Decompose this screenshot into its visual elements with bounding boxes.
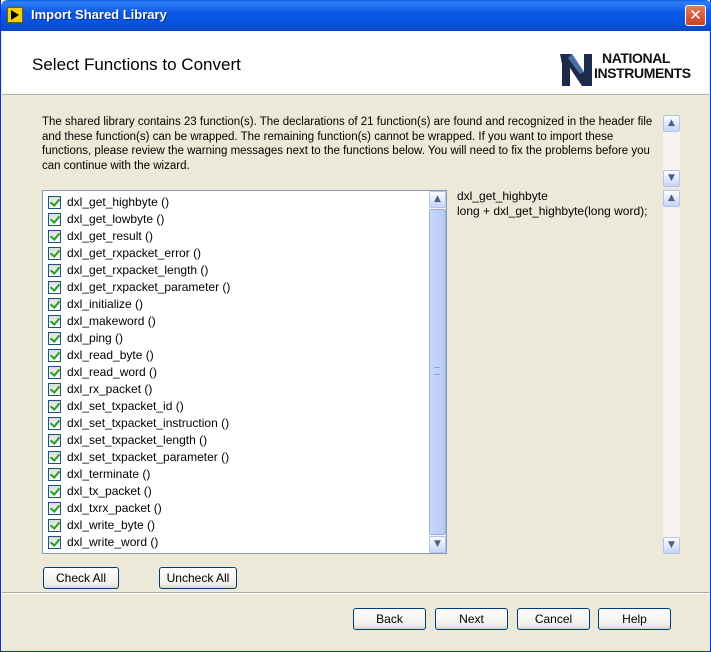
function-detail: dxl_get_highbyte long + dxl_get_highbyte… xyxy=(457,189,659,219)
logo-line-national: NATIONAL xyxy=(602,50,671,66)
function-list-item[interactable]: dxl_read_word () xyxy=(48,364,428,381)
wizard-header: Select Functions to Convert NATIONAL INS… xyxy=(2,31,709,95)
function-checkbox[interactable] xyxy=(48,315,61,328)
function-list-item[interactable]: dxl_get_lowbyte () xyxy=(48,211,428,228)
function-label: dxl_txrx_packet () xyxy=(67,501,162,515)
function-checkbox[interactable] xyxy=(48,468,61,481)
function-checkbox[interactable] xyxy=(48,536,61,549)
footer-divider xyxy=(2,592,709,594)
function-list-item[interactable]: dxl_get_highbyte () xyxy=(48,194,428,211)
function-checkbox[interactable] xyxy=(48,213,61,226)
function-label: dxl_get_rxpacket_error () xyxy=(67,246,202,260)
description-text: The shared library contains 23 function(… xyxy=(42,116,653,172)
function-list[interactable]: dxl_get_highbyte () dxl_get_lowbyte () dxl… xyxy=(42,190,447,554)
function-label: dxl_get_rxpacket_parameter () xyxy=(67,280,231,294)
next-button[interactable]: Next xyxy=(435,608,508,630)
scroll-grip-icon xyxy=(434,367,440,375)
function-label: dxl_read_word () xyxy=(67,365,158,379)
check-all-button[interactable]: Check All xyxy=(43,567,119,589)
function-label: dxl_makeword () xyxy=(67,314,156,328)
ni-eagle-icon xyxy=(560,54,592,86)
scroll-up-button[interactable]: ▲ xyxy=(663,190,680,207)
function-list-scrollbar[interactable]: ▲ ▼ xyxy=(429,191,446,553)
function-checkbox[interactable] xyxy=(48,502,61,515)
labview-icon xyxy=(7,7,23,23)
detail-function-signature: long + dxl_get_highbyte(long word); xyxy=(457,204,648,218)
close-button[interactable]: ✕ xyxy=(685,5,706,26)
function-list-item[interactable]: dxl_read_byte () xyxy=(48,347,428,364)
function-checkbox[interactable] xyxy=(48,383,61,396)
function-label: dxl_get_lowbyte () xyxy=(67,212,165,226)
function-label: dxl_set_txpacket_id () xyxy=(67,399,184,413)
help-button[interactable]: Help xyxy=(598,608,671,630)
function-checkbox[interactable] xyxy=(48,230,61,243)
function-checkbox[interactable] xyxy=(48,400,61,413)
function-list-item[interactable]: dxl_write_byte () xyxy=(48,517,428,534)
function-label: dxl_rx_packet () xyxy=(67,382,153,396)
function-list-item[interactable]: dxl_rx_packet () xyxy=(48,381,428,398)
function-list-item[interactable]: dxl_set_txpacket_parameter () xyxy=(48,449,428,466)
page-title: Select Functions to Convert xyxy=(32,55,241,74)
function-checkbox[interactable] xyxy=(48,434,61,447)
function-list-item[interactable]: dxl_get_rxpacket_error () xyxy=(48,245,428,262)
function-checkbox[interactable] xyxy=(48,264,61,277)
ni-logo: NATIONAL INSTRUMENTS xyxy=(558,51,703,89)
function-list-item[interactable]: dxl_write_word () xyxy=(48,534,428,551)
function-label: dxl_terminate () xyxy=(67,467,151,481)
function-label: dxl_get_result () xyxy=(67,229,154,243)
function-label: dxl_initialize () xyxy=(67,297,144,311)
function-list-item[interactable]: dxl_tx_packet () xyxy=(48,483,428,500)
function-checkbox[interactable] xyxy=(48,332,61,345)
function-checkbox[interactable] xyxy=(48,298,61,311)
function-list-item[interactable]: dxl_initialize () xyxy=(48,296,428,313)
logo-line-instruments: INSTRUMENTS xyxy=(594,65,691,81)
function-label: dxl_write_byte () xyxy=(67,518,156,532)
scroll-down-button[interactable]: ▼ xyxy=(663,170,680,187)
scroll-up-button[interactable]: ▲ xyxy=(429,191,446,208)
function-checkbox[interactable] xyxy=(48,349,61,362)
function-list-item[interactable]: dxl_get_rxpacket_length () xyxy=(48,262,428,279)
uncheck-all-button[interactable]: Uncheck All xyxy=(159,567,237,589)
function-checkbox[interactable] xyxy=(48,366,61,379)
function-list-item[interactable]: dxl_set_txpacket_length () xyxy=(48,432,428,449)
function-list-item[interactable]: dxl_set_txpacket_instruction () xyxy=(48,415,428,432)
function-label: dxl_get_highbyte () xyxy=(67,195,170,209)
window-title: Import Shared Library xyxy=(31,7,167,22)
function-list-item[interactable]: dxl_set_txpacket_id () xyxy=(48,398,428,415)
scroll-down-button[interactable]: ▼ xyxy=(429,536,446,553)
scroll-down-button[interactable]: ▼ xyxy=(663,537,680,554)
detail-function-name: dxl_get_highbyte xyxy=(457,189,548,203)
function-label: dxl_set_txpacket_length () xyxy=(67,433,208,447)
back-button[interactable]: Back xyxy=(353,608,426,630)
function-label: dxl_tx_packet () xyxy=(67,484,152,498)
function-checkbox[interactable] xyxy=(48,417,61,430)
function-label: dxl_read_byte () xyxy=(67,348,154,362)
function-list-item[interactable]: dxl_txrx_packet () xyxy=(48,500,428,517)
function-checkbox[interactable] xyxy=(48,247,61,260)
function-checkbox[interactable] xyxy=(48,519,61,532)
function-checkbox[interactable] xyxy=(48,451,61,464)
function-list-item[interactable]: dxl_ping () xyxy=(48,330,428,347)
description-scrollbar[interactable]: ▲ ▼ xyxy=(663,115,680,187)
function-list-item[interactable]: dxl_get_result () xyxy=(48,228,428,245)
scroll-up-button[interactable]: ▲ xyxy=(663,115,680,132)
function-label: dxl_set_txpacket_parameter () xyxy=(67,450,230,464)
function-checkbox[interactable] xyxy=(48,485,61,498)
function-label: dxl_set_txpacket_instruction () xyxy=(67,416,230,430)
function-list-item[interactable]: dxl_makeword () xyxy=(48,313,428,330)
function-label: dxl_ping () xyxy=(67,331,124,345)
function-label: dxl_get_rxpacket_length () xyxy=(67,263,209,277)
title-bar[interactable]: Import Shared Library ✕ xyxy=(1,0,711,31)
cancel-button[interactable]: Cancel xyxy=(517,608,590,630)
detail-scrollbar[interactable]: ▲ ▼ xyxy=(663,190,680,554)
function-checkbox[interactable] xyxy=(48,196,61,209)
function-list-item[interactable]: dxl_get_rxpacket_parameter () xyxy=(48,279,428,296)
import-shared-library-window: Import Shared Library ✕ Select Functions… xyxy=(0,0,711,652)
function-label: dxl_write_word () xyxy=(67,535,159,549)
function-checkbox[interactable] xyxy=(48,281,61,294)
close-icon: ✕ xyxy=(689,6,702,24)
function-list-item[interactable]: dxl_terminate () xyxy=(48,466,428,483)
